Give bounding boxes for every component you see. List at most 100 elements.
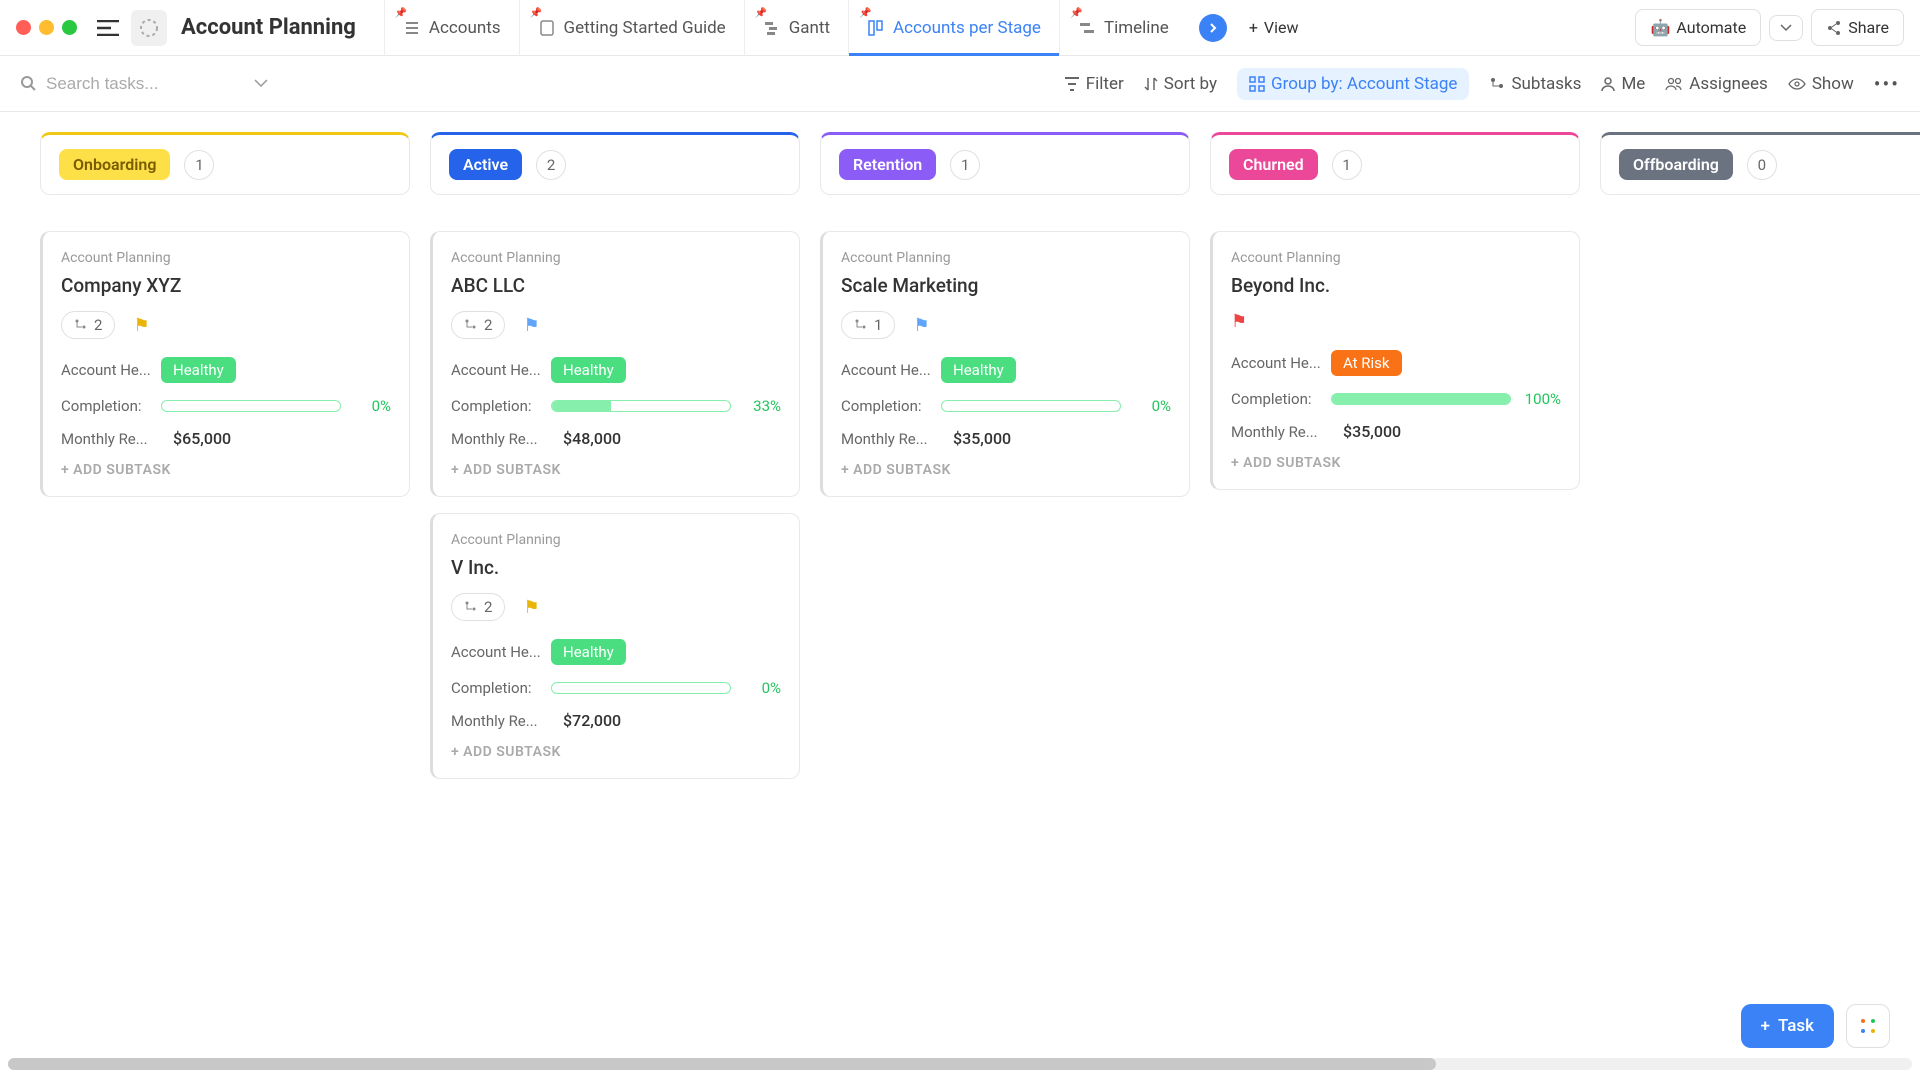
filter-icon	[1064, 77, 1080, 91]
task-card[interactable]: Account PlanningBeyond Inc.⚑Account He..…	[1210, 231, 1580, 490]
health-row: Account He...Healthy	[451, 639, 781, 665]
column-active-c: Active2Account PlanningABC LLC2⚑Account …	[430, 132, 800, 1000]
toolbar: Filter Sort by Group by: Account Stage S…	[0, 56, 1920, 112]
progress-percent: 0%	[741, 679, 781, 697]
task-card[interactable]: Account PlanningABC LLC2⚑Account He...He…	[430, 231, 800, 497]
revenue-value: $48,000	[563, 429, 621, 448]
scrollbar-thumb[interactable]	[8, 1058, 1436, 1070]
button-label: Share	[1848, 18, 1889, 37]
task-card[interactable]: Account PlanningScale Marketing1⚑Account…	[820, 231, 1190, 497]
tab-accounts-per-stage[interactable]: 📌 Accounts per Stage	[848, 0, 1059, 56]
chevron-down-icon[interactable]	[254, 79, 268, 89]
stage-badge: Active	[449, 149, 522, 180]
field-label: Monthly Re...	[841, 430, 941, 448]
revenue-row: Monthly Re...$65,000	[61, 429, 391, 448]
page-title: Account Planning	[181, 15, 356, 40]
progress-wrap: 100%	[1331, 390, 1561, 408]
chevron-down-icon	[1780, 24, 1792, 32]
new-task-button[interactable]: + Task	[1741, 1004, 1835, 1048]
space-icon[interactable]	[131, 10, 167, 46]
horizontal-scrollbar[interactable]	[8, 1058, 1912, 1070]
sort-button[interactable]: Sort by	[1144, 74, 1217, 94]
field-label: Account He...	[451, 643, 551, 661]
search-wrap	[20, 74, 300, 94]
tab-label: Accounts	[429, 18, 501, 38]
card-title: Beyond Inc.	[1231, 274, 1561, 297]
minimize-window-icon[interactable]	[39, 20, 54, 35]
subtask-count-chip[interactable]: 2	[451, 593, 505, 621]
column-header[interactable]: Churned1	[1210, 132, 1580, 195]
priority-flag-icon[interactable]: ⚑	[913, 315, 929, 336]
column-header[interactable]: Offboarding0	[1600, 132, 1920, 195]
column-count: 1	[950, 150, 980, 180]
assignees-button[interactable]: Assignees	[1665, 74, 1768, 94]
plus-icon: +	[1761, 1016, 1770, 1036]
me-button[interactable]: Me	[1601, 74, 1645, 94]
search-icon	[20, 75, 38, 93]
automate-dropdown[interactable]	[1769, 15, 1803, 41]
priority-flag-icon[interactable]: ⚑	[523, 597, 539, 618]
subtasks-button[interactable]: Subtasks	[1489, 74, 1581, 94]
progress-wrap: 33%	[551, 397, 781, 415]
share-button[interactable]: Share	[1811, 9, 1904, 46]
revenue-row: Monthly Re...$72,000	[451, 711, 781, 730]
column-header[interactable]: Onboarding1	[40, 132, 410, 195]
tab-getting-started[interactable]: 📌 Getting Started Guide	[519, 0, 744, 56]
task-card[interactable]: Account PlanningCompany XYZ2⚑Account He.…	[40, 231, 410, 497]
health-badge: At Risk	[1331, 350, 1402, 376]
tab-gantt[interactable]: 📌 Gantt	[744, 0, 848, 56]
subtask-count-chip[interactable]: 2	[451, 311, 505, 339]
tab-label: Getting Started Guide	[564, 18, 726, 38]
add-subtask-button[interactable]: + ADD SUBTASK	[451, 462, 781, 478]
card-meta: 2⚑	[451, 593, 781, 621]
automate-button[interactable]: 🤖 Automate	[1635, 9, 1761, 46]
priority-flag-icon[interactable]: ⚑	[523, 315, 539, 336]
column-header[interactable]: Retention1	[820, 132, 1190, 195]
tab-timeline[interactable]: 📌 Timeline	[1059, 0, 1187, 56]
subtask-count-chip[interactable]: 2	[61, 311, 115, 339]
search-input[interactable]	[46, 74, 206, 94]
tab-label: Gantt	[789, 18, 830, 38]
close-window-icon[interactable]	[16, 20, 31, 35]
more-menu[interactable]: •••	[1874, 72, 1900, 96]
filter-button[interactable]: Filter	[1064, 74, 1124, 94]
priority-flag-icon[interactable]: ⚑	[1231, 311, 1247, 332]
menu-icon[interactable]	[97, 20, 119, 36]
group-by-button[interactable]: Group by: Account Stage	[1237, 68, 1469, 100]
subtask-count-chip[interactable]: 1	[841, 311, 895, 339]
add-view-button[interactable]: + View	[1235, 10, 1313, 45]
add-subtask-button[interactable]: + ADD SUBTASK	[451, 744, 781, 760]
tab-accounts[interactable]: 📌 Accounts	[384, 0, 519, 56]
field-label: Monthly Re...	[61, 430, 161, 448]
add-subtask-button[interactable]: + ADD SUBTASK	[1231, 455, 1561, 471]
tab-label: Accounts per Stage	[893, 18, 1041, 38]
tab-label: Timeline	[1104, 18, 1169, 38]
show-button[interactable]: Show	[1788, 74, 1854, 94]
add-subtask-button[interactable]: + ADD SUBTASK	[61, 462, 391, 478]
stage-badge: Onboarding	[59, 149, 170, 180]
health-badge: Healthy	[941, 357, 1016, 383]
card-breadcrumb: Account Planning	[451, 250, 781, 266]
maximize-window-icon[interactable]	[62, 20, 77, 35]
health-badge: Healthy	[551, 639, 626, 665]
add-subtask-button[interactable]: + ADD SUBTASK	[841, 462, 1171, 478]
topbar: Account Planning 📌 Accounts 📌 Getting St…	[0, 0, 1920, 56]
apps-button[interactable]	[1846, 1004, 1890, 1048]
next-views-button[interactable]	[1199, 14, 1227, 42]
column-retention: Retention1Account PlanningScale Marketin…	[820, 132, 1190, 1000]
task-card[interactable]: Account PlanningV Inc.2⚑Account He...Hea…	[430, 513, 800, 779]
card-meta: ⚑	[1231, 311, 1561, 332]
card-breadcrumb: Account Planning	[1231, 250, 1561, 266]
completion-row: Completion:0%	[841, 397, 1171, 415]
label: Subtasks	[1511, 74, 1581, 94]
progress-wrap: 0%	[161, 397, 391, 415]
revenue-row: Monthly Re... $48,000	[451, 429, 781, 448]
priority-flag-icon[interactable]: ⚑	[133, 315, 149, 336]
health-badge: Healthy	[551, 357, 626, 383]
progress-wrap: 0%	[941, 397, 1171, 415]
revenue-row: Monthly Re...$35,000	[1231, 422, 1561, 441]
field-label: Monthly Re...	[451, 430, 551, 448]
toolbar-right: Filter Sort by Group by: Account Stage S…	[1064, 68, 1900, 100]
health-row: Account He...Healthy	[61, 357, 391, 383]
column-header[interactable]: Active2	[430, 132, 800, 195]
